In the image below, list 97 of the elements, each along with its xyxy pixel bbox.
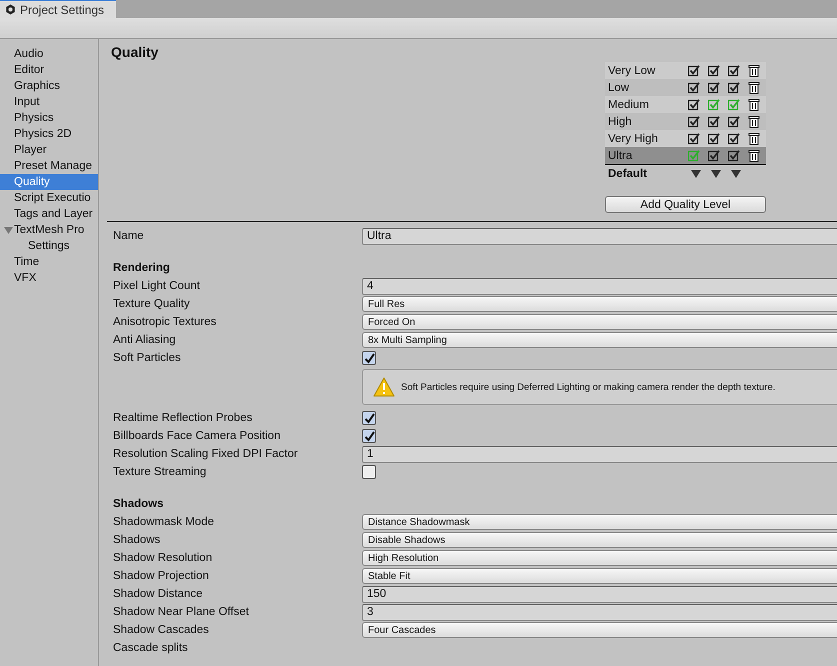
checkbox[interactable]	[728, 132, 740, 144]
sidebar-item[interactable]: Tags and Layer	[0, 206, 98, 222]
checkbox[interactable]	[728, 64, 740, 76]
checkbox[interactable]	[708, 150, 720, 162]
dropdown[interactable]: Four Cascades	[362, 622, 837, 638]
page-title: Quality	[110, 44, 160, 62]
quality-level-row[interactable]: Very Low	[605, 62, 766, 79]
setting-label: Cascade splits	[113, 642, 189, 654]
setting-label: Shadow Resolution	[113, 552, 214, 564]
input-field[interactable]: 3	[362, 604, 837, 620]
checkbox[interactable]	[728, 150, 740, 162]
trash-icon[interactable]	[748, 64, 760, 77]
setting-label: Soft Particles	[113, 352, 182, 364]
quality-level-name: Ultra	[607, 150, 634, 162]
quality-level-name: Very Low	[607, 64, 656, 76]
sidebar-item[interactable]: Editor	[0, 62, 98, 78]
dropdown[interactable]: Stable Fit	[362, 568, 837, 584]
checkbox[interactable]	[362, 351, 376, 365]
input-field[interactable]: 1	[362, 446, 837, 462]
sidebar-item[interactable]: Audio	[0, 46, 98, 62]
default-label: Default	[607, 168, 648, 180]
setting-label: Anti Aliasing	[113, 334, 177, 346]
checkbox[interactable]	[688, 150, 700, 162]
dropdown[interactable]: Distance Shadowmask	[362, 514, 837, 530]
checkbox[interactable]	[728, 116, 740, 128]
setting-label: Billboards Face Camera Position	[113, 430, 282, 442]
input-field[interactable]: 150	[362, 586, 837, 602]
sidebar-item[interactable]: VFX	[0, 270, 98, 286]
dropdown[interactable]: High Resolution	[362, 550, 837, 566]
warning-icon	[373, 377, 395, 397]
input-field[interactable]: 4	[362, 278, 837, 294]
quality-level-row[interactable]: Ultra	[605, 147, 766, 165]
input-field[interactable]: Ultra	[362, 228, 837, 244]
trash-icon[interactable]	[748, 115, 760, 128]
setting-label: Texture Streaming	[113, 466, 208, 478]
checkbox[interactable]	[708, 132, 720, 144]
caret-icon[interactable]	[4, 226, 13, 234]
setting-label: Shadowmask Mode	[113, 516, 215, 528]
dropdown[interactable]: Disable Shadows	[362, 532, 837, 548]
setting-label: Shadow Cascades	[113, 624, 210, 636]
checkbox[interactable]	[688, 64, 700, 76]
setting-label: Realtime Reflection Probes	[113, 412, 254, 424]
window-title: Project Settings	[20, 2, 104, 16]
setting-label: Name	[113, 230, 145, 242]
sidebar-item[interactable]: Preset Manage	[0, 158, 98, 174]
setting-label: Resolution Scaling Fixed DPI Factor	[113, 448, 299, 460]
quality-level-name: Medium	[607, 98, 650, 110]
checkbox[interactable]	[728, 98, 740, 110]
sidebar-item[interactable]: Time	[0, 254, 98, 270]
warning-text: Soft Particles require using Deferred Lighting or making camera render the depth texture.	[401, 382, 776, 392]
checkbox[interactable]	[362, 411, 376, 425]
trash-icon[interactable]	[748, 98, 760, 111]
checkbox[interactable]	[362, 465, 376, 479]
checkbox[interactable]	[708, 82, 720, 94]
checkbox[interactable]	[728, 82, 740, 94]
quality-level-row[interactable]: High	[605, 113, 766, 130]
section-heading: Rendering	[113, 262, 171, 274]
sidebar-item[interactable]: Physics	[0, 110, 98, 126]
setting-label: Texture Quality	[113, 298, 191, 310]
checkbox[interactable]	[688, 98, 700, 110]
sidebar-item[interactable]: Settings	[0, 238, 98, 254]
sidebar-item[interactable]: TextMesh Pro	[0, 222, 98, 238]
checkbox[interactable]	[688, 82, 700, 94]
setting-label: Shadow Distance	[113, 588, 204, 600]
checkbox[interactable]	[688, 116, 700, 128]
quality-level-row[interactable]: Low	[605, 79, 766, 96]
dropdown[interactable]: Forced On	[362, 314, 837, 330]
sidebar-item[interactable]: Physics 2D	[0, 126, 98, 142]
quality-level-row[interactable]: Medium	[605, 96, 766, 113]
dropdown[interactable]: Full Res	[362, 296, 837, 312]
setting-label: Shadow Near Plane Offset	[113, 606, 250, 618]
setting-label: Pixel Light Count	[113, 280, 201, 292]
trash-icon[interactable]	[748, 81, 760, 94]
checkbox[interactable]	[362, 429, 376, 443]
trash-icon[interactable]	[748, 132, 760, 145]
checkbox[interactable]	[708, 116, 720, 128]
sidebar-item[interactable]: Input	[0, 94, 98, 110]
window-tab[interactable]: Project Settings	[0, 0, 116, 18]
dropdown[interactable]: 8x Multi Sampling	[362, 332, 837, 348]
sidebar-item[interactable]: Player	[0, 142, 98, 158]
add-quality-level-button[interactable]: Add Quality Level	[605, 196, 766, 213]
quality-level-name: High	[607, 116, 633, 128]
checkbox[interactable]	[708, 98, 720, 110]
setting-label: Shadows	[113, 534, 162, 546]
sidebar-item[interactable]: Graphics	[0, 78, 98, 94]
trash-icon[interactable]	[748, 149, 760, 162]
quality-level-name: Very High	[607, 132, 659, 144]
quality-level-row[interactable]: Very High	[605, 130, 766, 147]
sidebar-item[interactable]: Script Executio	[0, 190, 98, 206]
checkbox[interactable]	[688, 132, 700, 144]
setting-label: Shadow Projection	[113, 570, 210, 582]
section-heading: Shadows	[113, 498, 164, 510]
setting-label: Anisotropic Textures	[113, 316, 218, 328]
quality-level-name: Low	[607, 82, 630, 94]
sidebar-item[interactable]: Quality	[0, 174, 98, 190]
checkbox[interactable]	[708, 64, 720, 76]
gear-icon	[5, 4, 16, 15]
